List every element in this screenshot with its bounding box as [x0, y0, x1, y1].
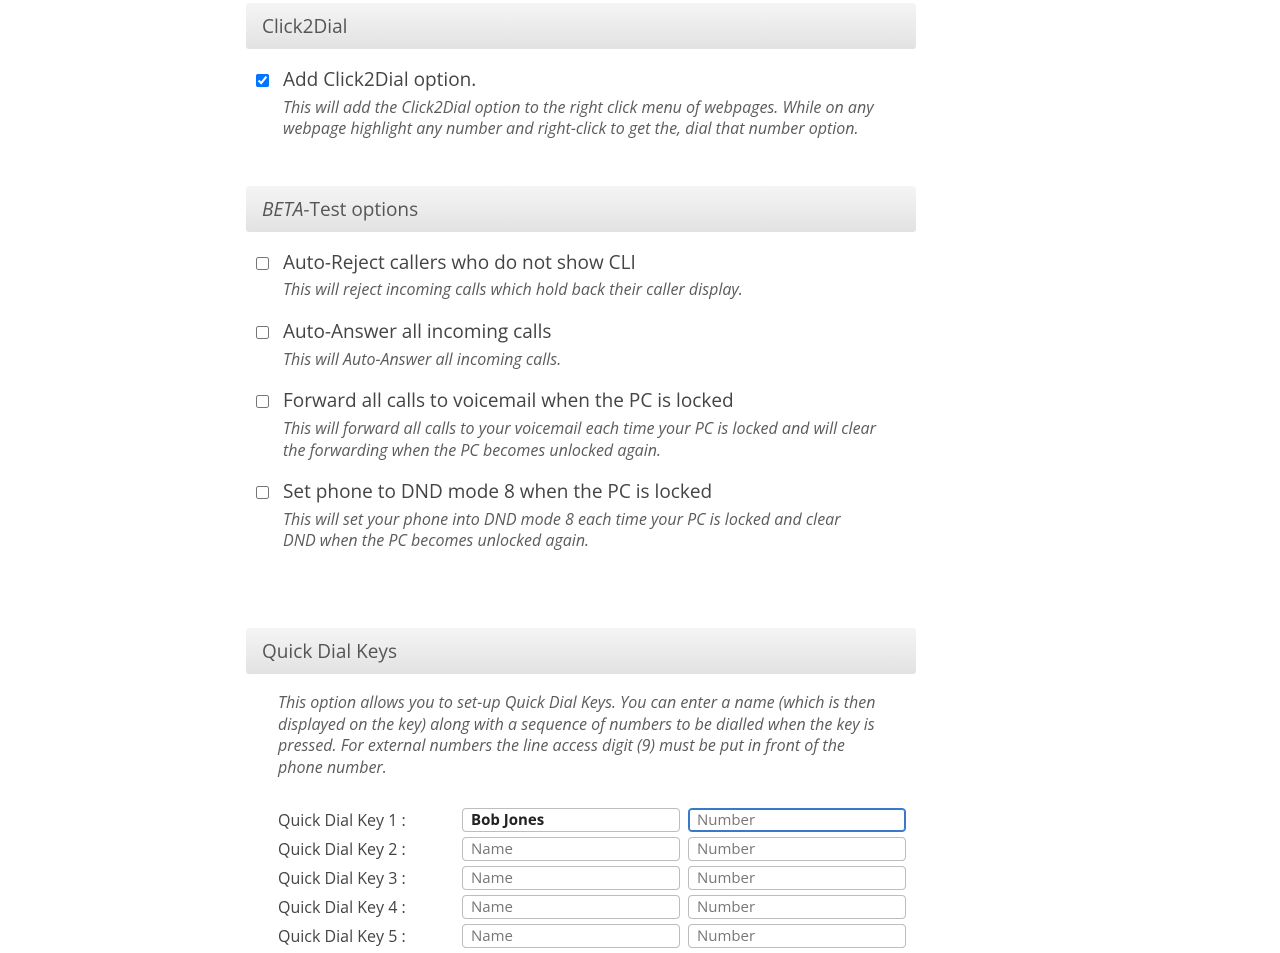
option-desc: This will reject incoming calls which ho…	[283, 279, 916, 301]
option-title: Set phone to DND mode 8 when the PC is l…	[283, 479, 916, 505]
quickdial-row-5: Quick Dial Key 5 :	[246, 924, 916, 948]
quickdial-row-4: Quick Dial Key 4 :	[246, 895, 916, 919]
option-beta-1: Auto-Answer all incoming calls This will…	[246, 319, 916, 384]
quickdial-number-input-1[interactable]	[688, 808, 906, 832]
quickdial-name-input-2[interactable]	[462, 837, 680, 861]
quickdial-number-input-2[interactable]	[688, 837, 906, 861]
option-desc: This will forward all calls to your voic…	[283, 418, 916, 461]
option-desc: This will set your phone into DND mode 8…	[283, 509, 916, 552]
quickdial-label: Quick Dial Key 1 :	[278, 809, 462, 831]
quickdial-number-input-3[interactable]	[688, 866, 906, 890]
quickdial-label: Quick Dial Key 3 :	[278, 867, 462, 889]
quickdial-name-input-4[interactable]	[462, 895, 680, 919]
option-desc: This will Auto-Answer all incoming calls…	[283, 349, 916, 371]
option-title: Auto-Reject callers who do not show CLI	[283, 250, 916, 276]
option-title: Forward all calls to voicemail when the …	[283, 388, 916, 414]
option-beta-3: Set phone to DND mode 8 when the PC is l…	[246, 479, 916, 566]
quickdial-desc: This option allows you to set-up Quick D…	[246, 692, 916, 778]
checkbox-beta-2[interactable]	[256, 395, 269, 408]
checkbox-beta-3[interactable]	[256, 486, 269, 499]
checkbox-beta-1[interactable]	[256, 326, 269, 339]
option-click2dial: Add Click2Dial option. This will add the…	[246, 67, 916, 154]
quickdial-name-input-1[interactable]	[462, 808, 680, 832]
quickdial-number-input-5[interactable]	[688, 924, 906, 948]
option-title: Auto-Answer all incoming calls	[283, 319, 916, 345]
quickdial-number-input-4[interactable]	[688, 895, 906, 919]
section-header-quickdial: Quick Dial Keys	[246, 628, 916, 674]
quickdial-name-input-5[interactable]	[462, 924, 680, 948]
quickdial-label: Quick Dial Key 4 :	[278, 896, 462, 918]
option-beta-0: Auto-Reject callers who do not show CLI …	[246, 250, 916, 315]
quickdial-name-input-3[interactable]	[462, 866, 680, 890]
beta-prefix: BETA	[262, 196, 303, 222]
section-header-click2dial: Click2Dial	[246, 3, 916, 49]
checkbox-click2dial[interactable]	[256, 74, 269, 87]
quickdial-row-2: Quick Dial Key 2 :	[246, 837, 916, 861]
quickdial-row-1: Quick Dial Key 1 :	[246, 808, 916, 832]
quickdial-label: Quick Dial Key 2 :	[278, 838, 462, 860]
option-title: Add Click2Dial option.	[283, 67, 916, 93]
checkbox-beta-0[interactable]	[256, 257, 269, 270]
beta-suffix: -Test options	[303, 196, 418, 222]
quickdial-row-3: Quick Dial Key 3 :	[246, 866, 916, 890]
section-header-beta: BETA-Test options	[246, 186, 916, 232]
option-beta-2: Forward all calls to voicemail when the …	[246, 388, 916, 475]
option-desc: This will add the Click2Dial option to t…	[283, 97, 916, 140]
quickdial-label: Quick Dial Key 5 :	[278, 925, 462, 947]
